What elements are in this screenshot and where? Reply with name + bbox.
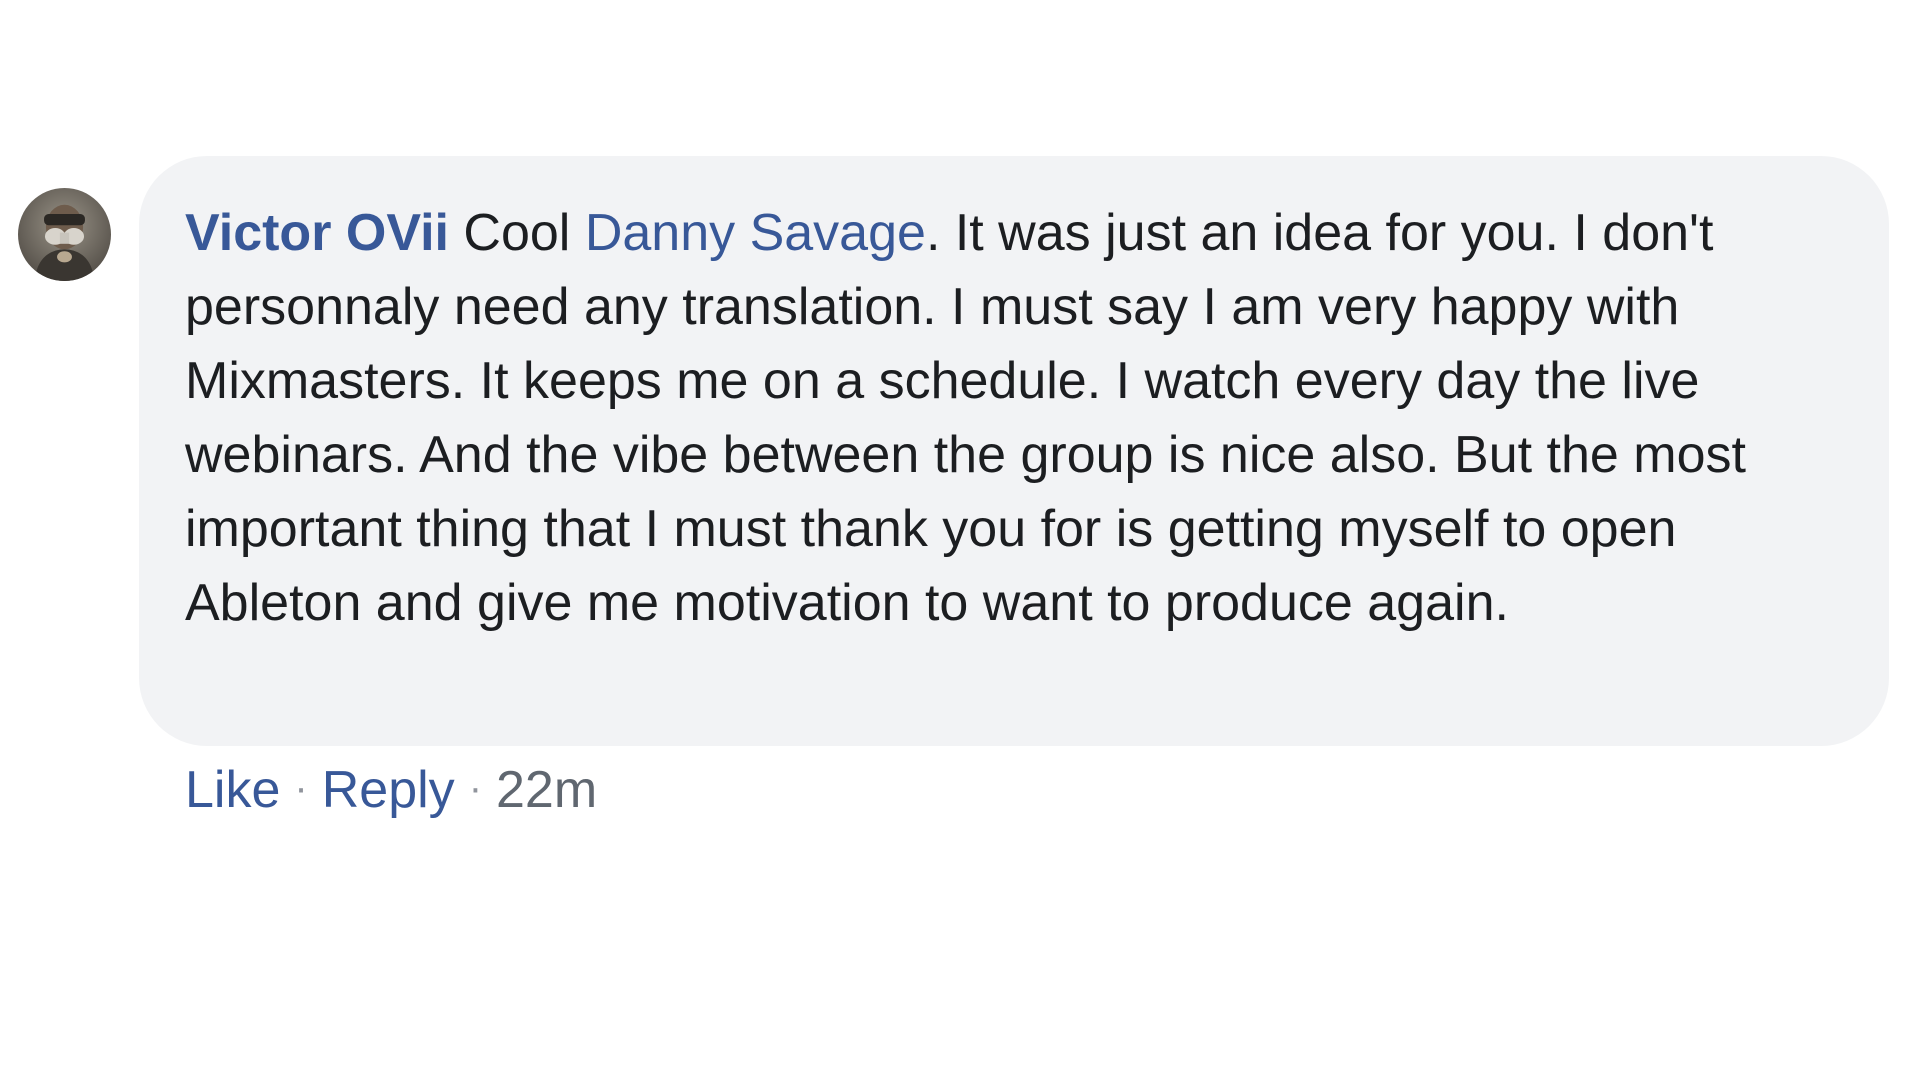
- avatar-photo-icon: [18, 188, 111, 281]
- action-separator: ·: [294, 766, 308, 810]
- comment-text-start: Cool: [448, 204, 585, 262]
- avatar[interactable]: [18, 188, 111, 281]
- comment-text-rest: . It was just an idea for you. I don't p…: [185, 204, 1746, 632]
- like-button[interactable]: Like: [185, 761, 280, 819]
- mentioned-user-link[interactable]: Danny Savage: [585, 204, 926, 262]
- comment-timestamp[interactable]: 22m: [496, 761, 597, 819]
- comment-author-link[interactable]: Victor OVii: [185, 204, 449, 262]
- action-separator: ·: [468, 766, 483, 810]
- comment-body: Victor OVii Cool Danny Savage. It was ju…: [185, 196, 1825, 640]
- comment-bubble: Victor OVii Cool Danny Savage. It was ju…: [139, 156, 1889, 746]
- reply-button[interactable]: Reply: [322, 761, 455, 819]
- comment-actions: Like · Reply · 22m: [185, 756, 597, 822]
